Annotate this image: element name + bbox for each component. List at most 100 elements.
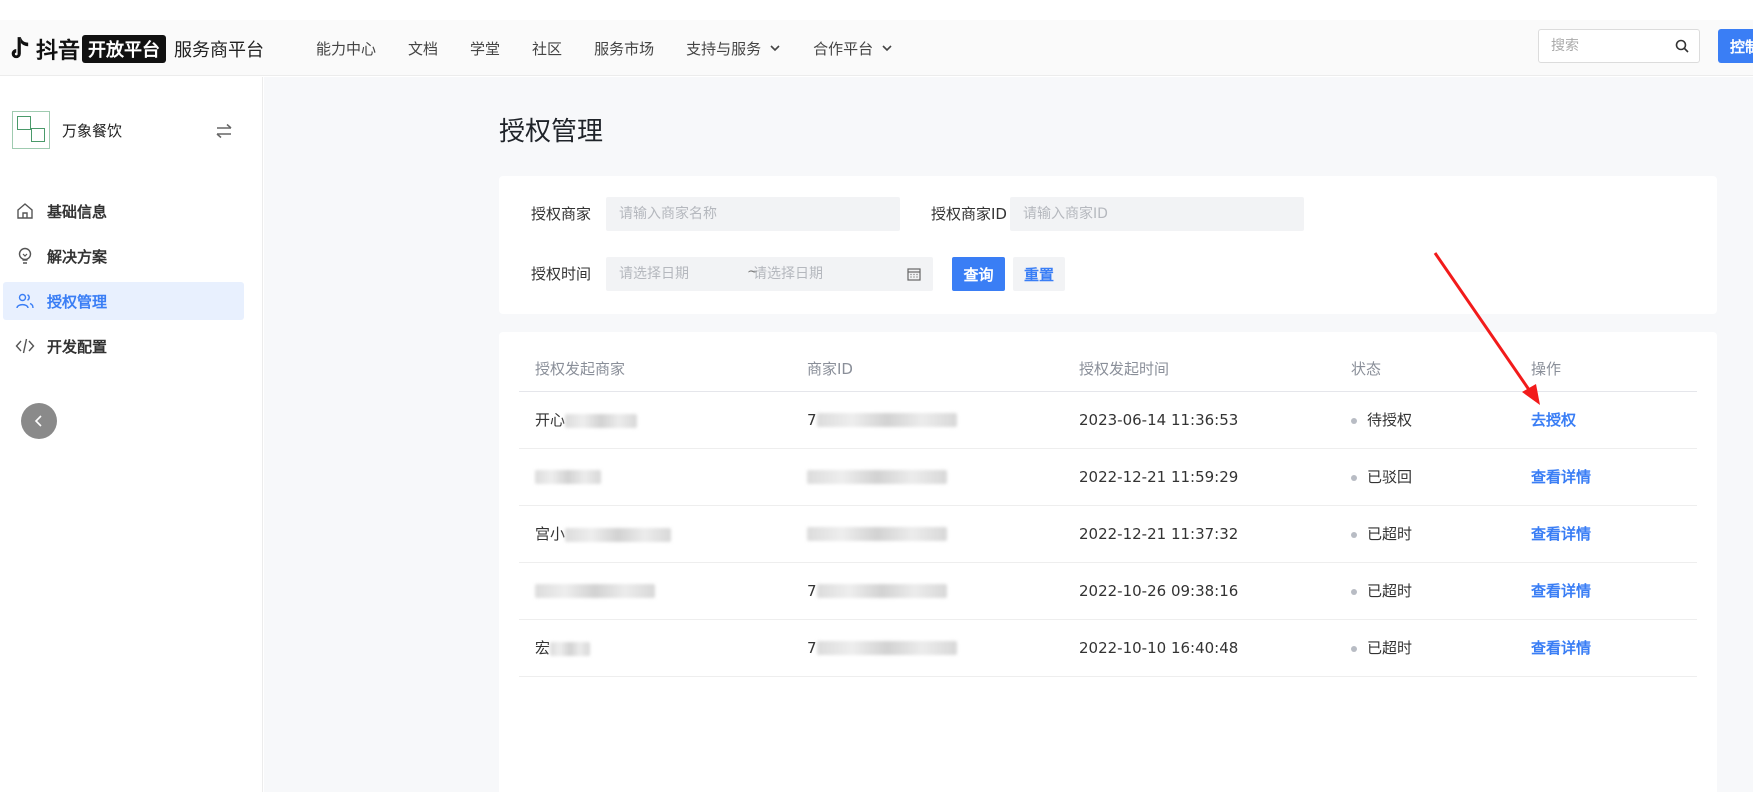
status-dot [1351, 531, 1357, 538]
authorize-link[interactable]: 去授权 [1531, 411, 1576, 429]
merchant-cell: 宏 [519, 619, 791, 677]
chevron-down-icon [882, 45, 892, 52]
merchant-id: 7 [807, 410, 817, 429]
date-range-picker[interactable]: ~ [606, 257, 933, 291]
merchant-id-input[interactable] [1010, 197, 1304, 231]
top-navigation-bar: 抖音 开放平台 服务商平台 能力中心 文档 学堂 社区 服务市场 支持与服务 合… [0, 20, 1753, 76]
merchant-name: 开心 [535, 411, 566, 429]
redacted-text [565, 413, 638, 428]
sidebar-item-label: 开发配置 [47, 337, 108, 356]
search-box [1538, 29, 1700, 63]
chevron-down-icon [770, 45, 780, 52]
nav-label: 支持与服务 [686, 39, 762, 58]
nav-label: 能力中心 [316, 39, 377, 58]
action-cell: 查看详情 [1515, 562, 1697, 620]
nav-label: 服务市场 [594, 39, 655, 58]
redacted-text [816, 584, 947, 598]
table-row: 宏 7 2022-10-10 16:40:48 已超时 查看详情 [519, 619, 1697, 677]
calendar-icon[interactable] [907, 267, 921, 281]
redacted-text [807, 470, 947, 484]
merchant-label: 授权商家 [531, 205, 592, 223]
action-cell: 查看详情 [1515, 448, 1697, 506]
sidebar: 万象餐饮 基础信息 解决方案 授权管理 开发配置 [0, 77, 263, 792]
nav-item-capability-center[interactable]: 能力中心 [316, 38, 376, 59]
action-cell: 查看详情 [1515, 619, 1697, 677]
merchant-id-cell [791, 505, 1063, 563]
query-button[interactable]: 查询 [952, 257, 1005, 291]
merchant-id-cell: 7 [791, 562, 1063, 620]
table-row: 2022-12-21 11:59:29 已驳回 查看详情 [519, 448, 1697, 506]
column-header: 状态 [1335, 347, 1515, 392]
sidebar-item-dev-config[interactable]: 开发配置 [3, 327, 244, 365]
collapse-sidebar-button[interactable] [21, 403, 57, 439]
page-title: 授权管理 [499, 117, 604, 147]
store-logo [12, 111, 50, 149]
sidebar-item-label: 授权管理 [47, 292, 108, 311]
view-details-link[interactable]: 查看详情 [1531, 468, 1591, 486]
time-cell: 2022-10-10 16:40:48 [1063, 619, 1335, 677]
column-header: 操作 [1515, 347, 1697, 392]
sidebar-item-solutions[interactable]: 解决方案 [3, 237, 244, 275]
search-input[interactable] [1539, 30, 1659, 62]
sidebar-item-authorization[interactable]: 授权管理 [3, 282, 244, 320]
merchant-id: 7 [807, 581, 817, 600]
main-nav: 能力中心 文档 学堂 社区 服务市场 支持与服务 合作平台 [316, 20, 925, 76]
status-dot [1351, 588, 1357, 595]
redacted-text [550, 641, 591, 656]
table-row: 7 2022-10-26 09:38:16 已超时 查看详情 [519, 562, 1697, 620]
status-cell: 已超时 [1335, 505, 1515, 563]
merchant-id-cell: 7 [791, 619, 1063, 677]
nav-item-academy[interactable]: 学堂 [470, 38, 500, 59]
status-text: 已超时 [1367, 639, 1413, 657]
merchant-id: 7 [807, 638, 817, 657]
status-cell: 已超时 [1335, 562, 1515, 620]
platform-logo[interactable]: 抖音 开放平台 服务商平台 [8, 33, 264, 65]
status-cell: 待授权 [1335, 391, 1515, 449]
time-label: 授权时间 [531, 265, 592, 283]
column-header: 授权发起时间 [1063, 347, 1335, 392]
view-details-link[interactable]: 查看详情 [1531, 639, 1591, 657]
chevron-left-icon [34, 415, 42, 427]
search-icon[interactable] [1675, 39, 1689, 53]
brand-badge: 开放平台 [82, 35, 167, 63]
switch-store-icon[interactable] [214, 123, 234, 139]
nav-item-docs[interactable]: 文档 [408, 38, 438, 59]
status-text: 已超时 [1367, 525, 1413, 543]
action-cell: 去授权 [1515, 391, 1697, 449]
nav-item-partner-platform[interactable]: 合作平台 [813, 38, 893, 59]
users-icon [16, 293, 34, 309]
start-date-input[interactable] [619, 257, 739, 291]
merchant-name: 宏 [535, 639, 551, 657]
merchant-name-input[interactable] [606, 197, 900, 231]
view-details-link[interactable]: 查看详情 [1531, 525, 1591, 543]
sidebar-item-label: 解决方案 [47, 247, 108, 266]
end-date-input[interactable] [753, 257, 893, 291]
nav-label: 社区 [532, 39, 563, 58]
nav-label: 合作平台 [813, 39, 874, 58]
action-cell: 查看详情 [1515, 505, 1697, 563]
console-button[interactable]: 控制 [1718, 29, 1753, 63]
merchant-cell [519, 562, 791, 620]
time-cell: 2022-10-26 09:38:16 [1063, 562, 1335, 620]
redacted-text [816, 641, 957, 655]
nav-item-service-market[interactable]: 服务市场 [594, 38, 654, 59]
merchant-cell [519, 448, 791, 506]
code-icon [15, 338, 35, 354]
filter-panel: 授权商家 授权商家ID 授权时间 ~ 查询 重置 [499, 176, 1717, 314]
sidebar-item-basic-info[interactable]: 基础信息 [3, 192, 244, 230]
nav-item-community[interactable]: 社区 [532, 38, 562, 59]
table-row: 宫小 2022-12-21 11:37:32 已超时 查看详情 [519, 505, 1697, 563]
redacted-text [565, 527, 672, 542]
view-details-link[interactable]: 查看详情 [1531, 582, 1591, 600]
redacted-text [807, 527, 947, 541]
merchant-name: 宫小 [535, 525, 566, 543]
nav-label: 文档 [408, 39, 439, 58]
merchant-cell: 开心 [519, 391, 791, 449]
nav-item-support[interactable]: 支持与服务 [686, 38, 781, 59]
nav-label: 学堂 [470, 39, 501, 58]
merchant-cell: 宫小 [519, 505, 791, 563]
redacted-text [535, 470, 601, 484]
reset-button[interactable]: 重置 [1013, 257, 1065, 291]
merchant-id-label: 授权商家ID [931, 205, 1007, 223]
redacted-text [535, 584, 655, 598]
